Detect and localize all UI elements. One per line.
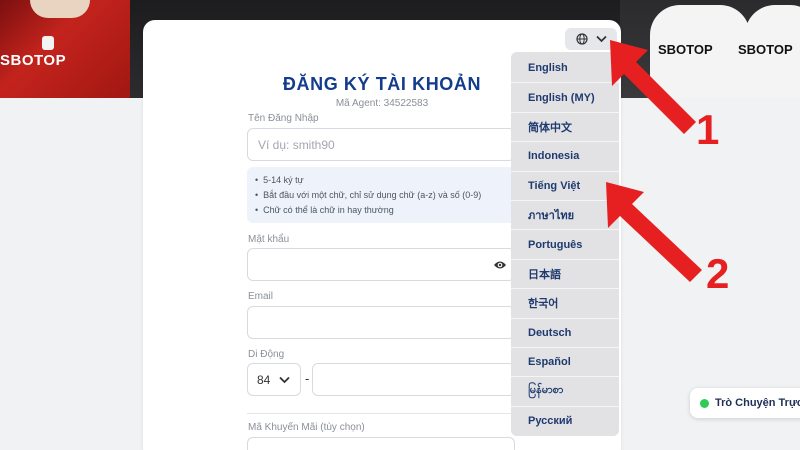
password-label: Mật khẩu xyxy=(248,234,290,245)
username-placeholder: Ví dụ: smith90 xyxy=(258,138,335,152)
language-option-russian[interactable]: Русский xyxy=(511,407,619,436)
sponsor-text-left: SBOTOP xyxy=(0,52,67,69)
chevron-down-icon xyxy=(279,373,290,387)
country-code-value: 84 xyxy=(257,372,271,387)
email-label: Email xyxy=(248,291,274,302)
password-input[interactable] xyxy=(247,248,515,281)
annotation-number-1: 1 xyxy=(696,106,720,153)
promo-code-label: Mã Khuyến Mãi (tùy chọn) xyxy=(248,422,365,433)
eye-icon[interactable] xyxy=(493,258,507,276)
sponsor-text-right-2: SBOTOP xyxy=(738,42,793,57)
language-option-indonesia[interactable]: Indonesia xyxy=(511,142,619,172)
email-input[interactable] xyxy=(247,306,515,339)
language-option-spanish[interactable]: Español xyxy=(511,348,619,378)
username-label: Tên Đăng Nhập xyxy=(248,113,319,124)
hint-item: 5-14 ký tự xyxy=(255,173,507,188)
username-hint-box: 5-14 ký tự Bắt đầu với một chữ, chỉ sử d… xyxy=(247,167,515,223)
live-chat-label: Trò Chuyện Trực xyxy=(715,397,800,409)
annotation-arrow-2 xyxy=(606,182,702,282)
language-option-german[interactable]: Deutsch xyxy=(511,319,619,348)
phone-separator: - xyxy=(305,371,310,386)
hint-item: Bắt đầu với một chữ, chỉ sử dụng chữ (a-… xyxy=(255,188,507,203)
country-code-select[interactable]: 84 xyxy=(247,363,301,396)
player-photo-left: SBOTOP xyxy=(0,0,130,98)
language-option-korean[interactable]: 한국어 xyxy=(511,289,619,319)
promo-code-input[interactable] xyxy=(247,437,515,450)
globe-icon xyxy=(575,33,588,45)
annotation-number-2: 2 xyxy=(706,250,730,297)
section-divider xyxy=(247,413,515,414)
username-input[interactable]: Ví dụ: smith90 xyxy=(247,128,515,161)
language-option-burmese[interactable]: မြန်မာစာ xyxy=(511,377,619,407)
phone-number-input[interactable] xyxy=(312,363,515,396)
annotation-arrow-1 xyxy=(610,40,696,134)
phone-label: Di Động xyxy=(248,349,285,360)
online-status-dot xyxy=(700,398,709,408)
shirt-collar xyxy=(30,0,90,18)
club-badge xyxy=(42,36,54,50)
live-chat-button[interactable]: Trò Chuyện Trực xyxy=(690,388,800,418)
hint-item: Chữ có thể là chữ in hay thường xyxy=(255,203,507,218)
